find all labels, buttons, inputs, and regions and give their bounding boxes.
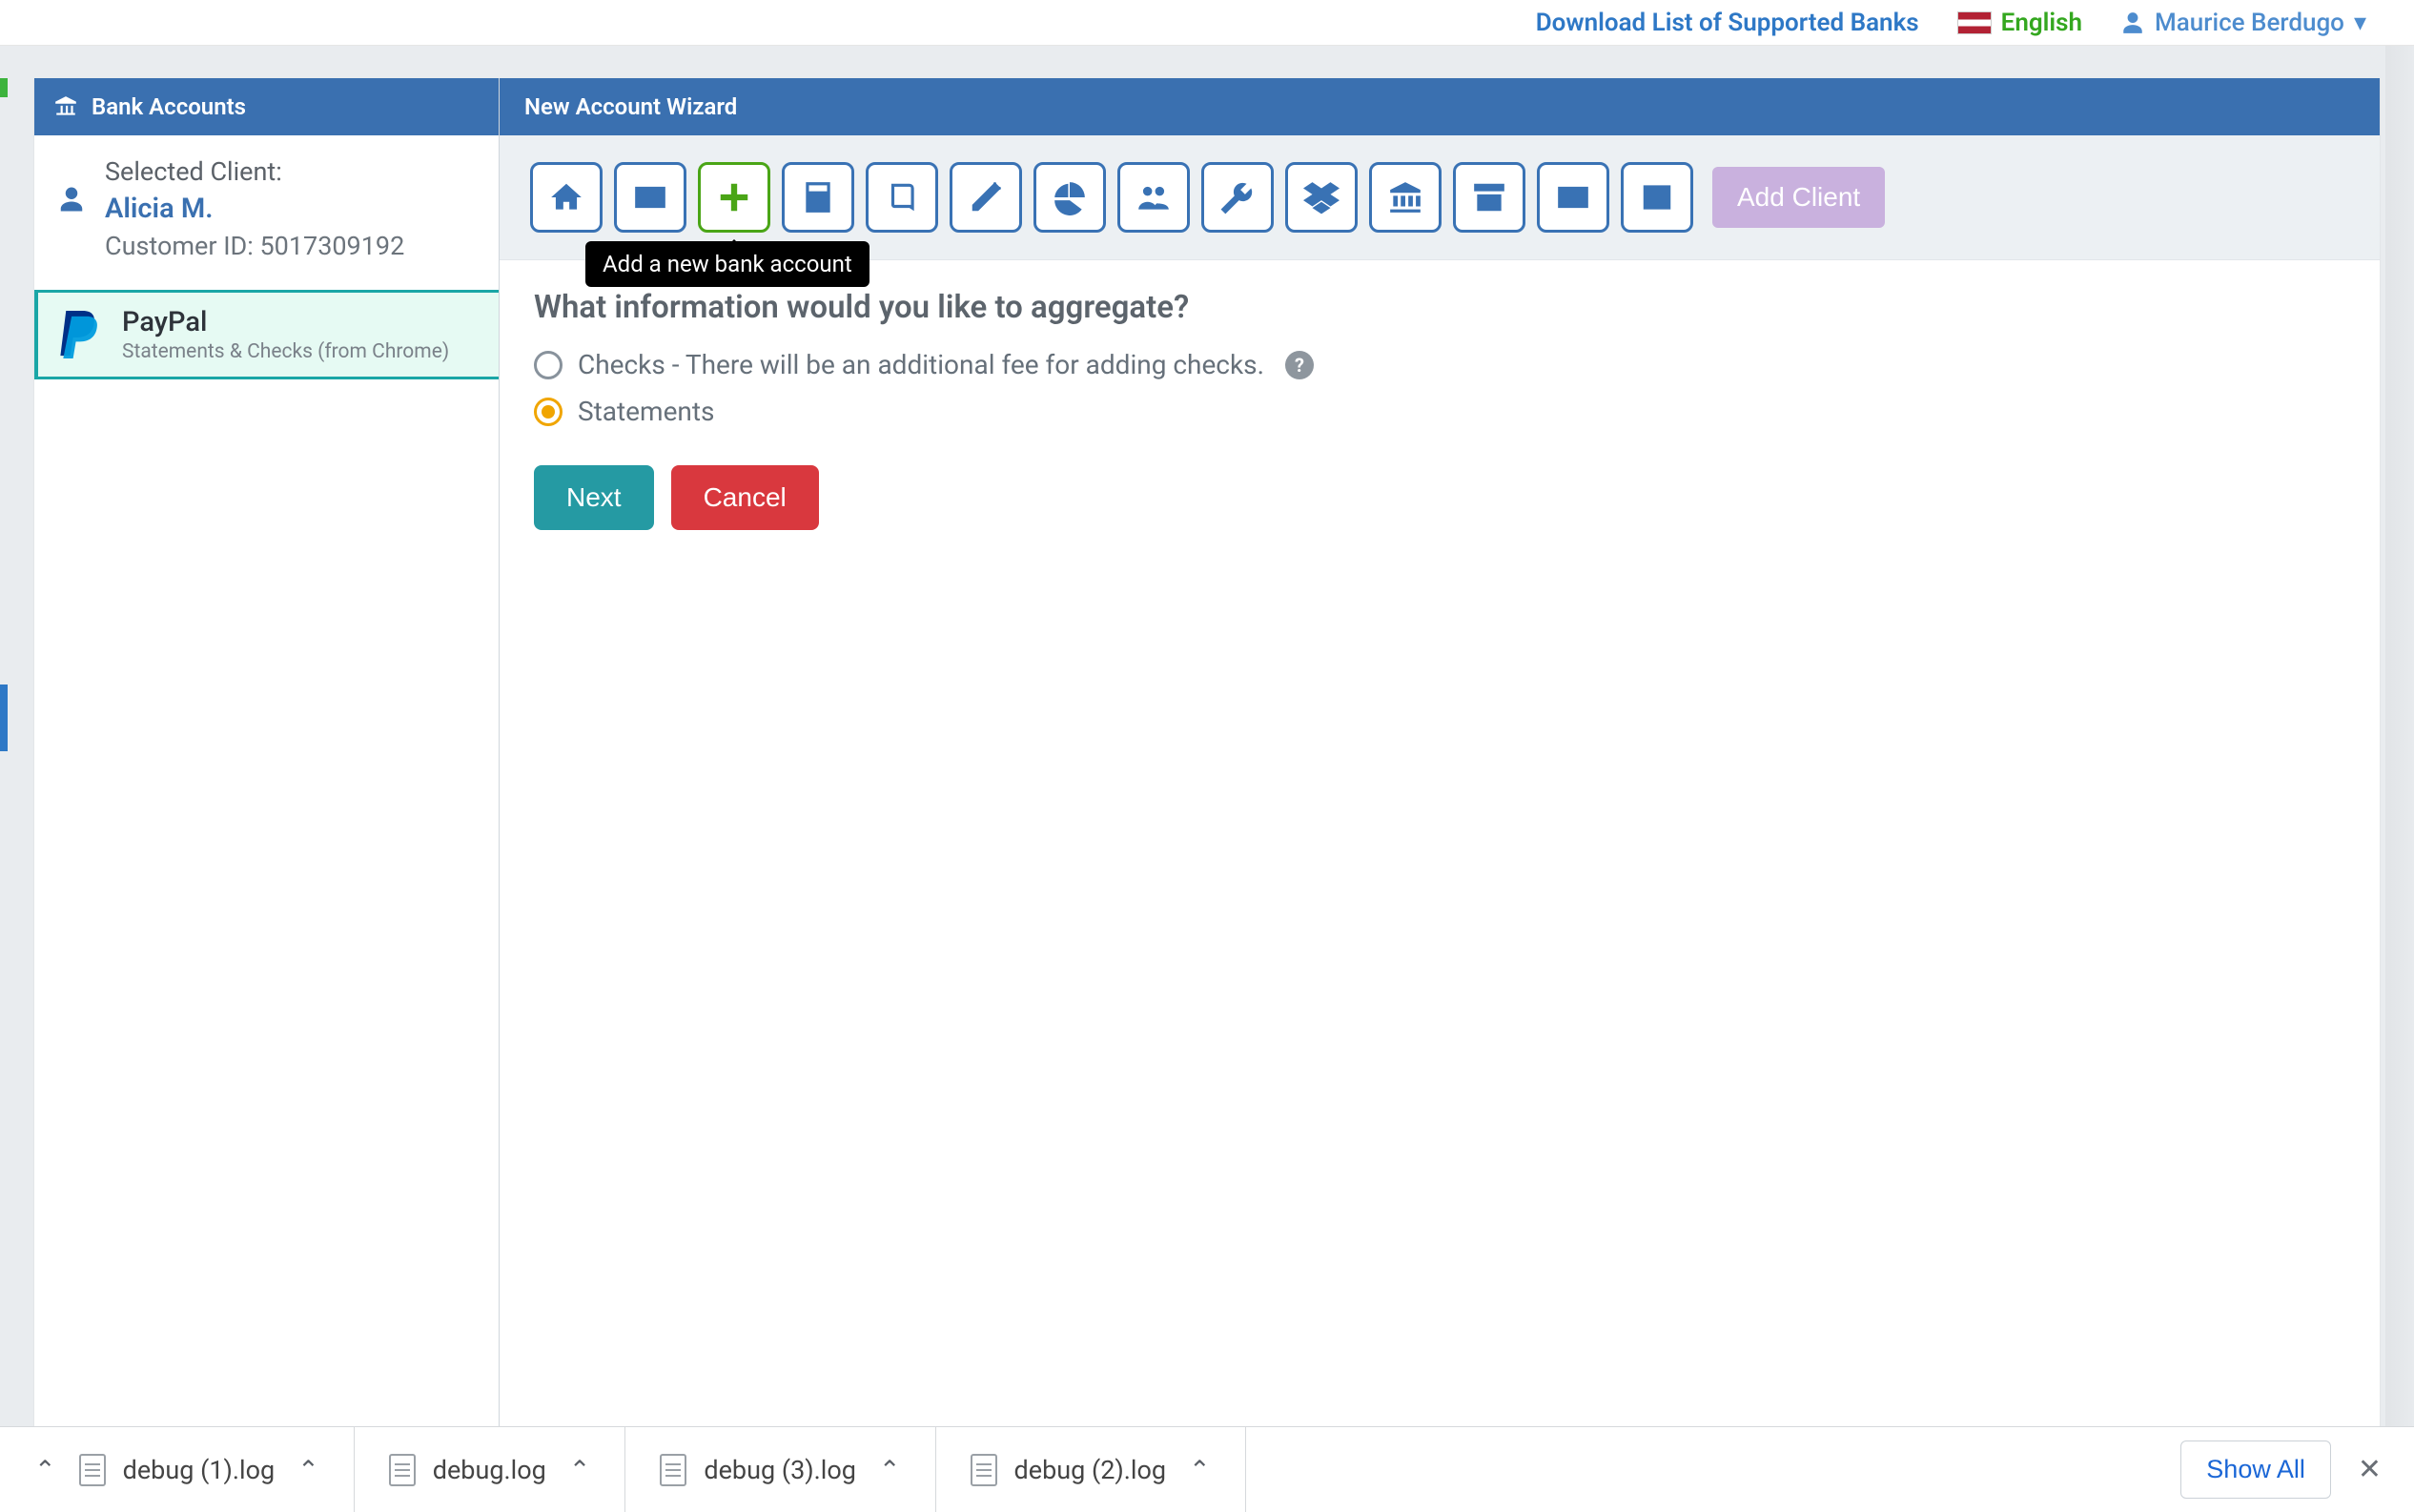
download-item[interactable]: debug (2).log ⌃ — [936, 1427, 1246, 1512]
toolbar-home-button[interactable] — [530, 162, 603, 233]
customer-id: Customer ID: 5017309192 — [105, 231, 404, 261]
tooltip-add-account: Add a new bank account — [585, 241, 869, 287]
download-filename: debug (3).log — [704, 1455, 856, 1485]
dropbox-icon — [1303, 179, 1340, 215]
home-icon — [548, 179, 584, 215]
client-avatar-icon — [57, 156, 86, 261]
client-name[interactable]: Alicia M. — [105, 193, 404, 225]
user-icon — [2120, 10, 2145, 35]
toolbar-book-button[interactable] — [866, 162, 938, 233]
toolbar-card-button[interactable] — [1537, 162, 1609, 233]
edit-icon — [968, 179, 1004, 215]
envelope-icon — [632, 179, 668, 215]
selected-client-label: Selected Client: — [105, 156, 404, 187]
toolbar-list-button[interactable] — [1621, 162, 1693, 233]
download-filename: debug (2).log — [1014, 1455, 1167, 1485]
account-item-paypal[interactable]: PayPal Statements & Checks (from Chrome) — [34, 290, 499, 379]
download-item[interactable]: debug (3).log ⌃ — [625, 1427, 935, 1512]
file-icon — [389, 1454, 416, 1486]
tooltip-text: Add a new bank account — [603, 251, 852, 277]
next-button[interactable]: Next — [534, 465, 654, 530]
close-downloads-button[interactable]: ✕ — [2358, 1453, 2382, 1486]
toolbar-dropbox-button[interactable] — [1285, 162, 1358, 233]
left-green-accent — [0, 78, 8, 97]
chevron-up-icon[interactable]: ⌃ — [34, 1455, 56, 1485]
wrench-icon — [1219, 179, 1256, 215]
download-filename: debug.log — [433, 1455, 546, 1485]
scrollbar[interactable] — [2385, 46, 2414, 1426]
selected-client-block: Selected Client: Alicia M. Customer ID: … — [34, 135, 499, 290]
chevron-up-icon[interactable]: ⌃ — [1189, 1455, 1211, 1485]
radio-checks[interactable] — [534, 351, 563, 379]
credit-card-icon — [1555, 179, 1591, 215]
sidebar: Bank Accounts Selected Client: Alicia M.… — [34, 78, 500, 1432]
toolbar-add-account-button[interactable] — [698, 162, 770, 233]
radio-statements[interactable] — [534, 398, 563, 426]
chevron-down-icon: ▾ — [2354, 9, 2366, 37]
help-icon[interactable]: ? — [1285, 351, 1314, 379]
downloads-bar: ⌃ debug (1).log ⌃ debug.log ⌃ debug (3).… — [0, 1426, 2414, 1512]
download-item[interactable]: debug.log ⌃ — [355, 1427, 626, 1512]
calculator-icon — [800, 179, 836, 215]
paypal-logo-icon — [55, 308, 105, 361]
chevron-up-icon[interactable]: ⌃ — [297, 1455, 319, 1485]
option-checks-label: Checks - There will be an additional fee… — [578, 349, 1264, 380]
toolbar-users-button[interactable] — [1117, 162, 1190, 233]
bank-icon — [1387, 179, 1423, 215]
account-name: PayPal — [122, 306, 449, 338]
toolbar-settings-button[interactable] — [1201, 162, 1274, 233]
pie-chart-icon — [1052, 179, 1088, 215]
toolbar-bank-button[interactable] — [1369, 162, 1442, 233]
toolbar-mail-button[interactable] — [614, 162, 686, 233]
top-bar: Download List of Supported Banks English… — [0, 0, 2414, 46]
download-banks-link[interactable]: Download List of Supported Banks — [1536, 9, 1919, 37]
list-icon — [1639, 179, 1675, 215]
toolbar-edit-button[interactable] — [950, 162, 1022, 233]
bank-icon — [53, 94, 78, 119]
user-name-label: Maurice Berdugo — [2155, 9, 2344, 37]
main-header-title: New Account Wizard — [524, 93, 737, 120]
wizard-actions: Next Cancel — [534, 465, 2345, 530]
wizard-content: What information would you like to aggre… — [500, 260, 2380, 559]
file-icon — [660, 1454, 686, 1486]
chevron-up-icon[interactable]: ⌃ — [879, 1455, 901, 1485]
stage: Bank Accounts Selected Client: Alicia M.… — [0, 46, 2414, 1457]
toolbar-reports-button[interactable] — [1033, 162, 1106, 233]
main-panel: Bank Accounts Selected Client: Alicia M.… — [34, 78, 2380, 1432]
language-selector[interactable]: English — [1957, 9, 2082, 37]
wizard-heading: What information would you like to aggre… — [534, 289, 2345, 326]
add-client-button[interactable]: Add Client — [1712, 167, 1885, 228]
sidebar-title: Bank Accounts — [92, 93, 246, 120]
language-label: English — [2001, 9, 2082, 37]
plus-icon — [716, 179, 752, 215]
download-item[interactable]: ⌃ debug (1).log ⌃ — [0, 1427, 355, 1512]
toolbar-calculator-button[interactable] — [782, 162, 854, 233]
file-icon — [971, 1454, 997, 1486]
main-header: New Account Wizard — [500, 78, 2380, 135]
file-icon — [79, 1454, 106, 1486]
flag-icon — [1957, 11, 1992, 34]
option-statements-label: Statements — [578, 396, 715, 427]
option-statements-row[interactable]: Statements — [534, 396, 2345, 427]
download-filename: debug (1).log — [123, 1455, 276, 1485]
archive-icon — [1471, 179, 1507, 215]
main-area: New Account Wizard Add Client — [500, 78, 2380, 1432]
users-icon — [1135, 179, 1172, 215]
book-icon — [884, 179, 920, 215]
account-subtext: Statements & Checks (from Chrome) — [122, 340, 449, 363]
chevron-up-icon[interactable]: ⌃ — [569, 1455, 591, 1485]
account-list: PayPal Statements & Checks (from Chrome) — [34, 290, 499, 379]
left-blue-accent — [0, 684, 8, 751]
toolbar-archive-button[interactable] — [1453, 162, 1525, 233]
show-all-button[interactable]: Show All — [2180, 1440, 2331, 1499]
user-menu[interactable]: Maurice Berdugo ▾ — [2120, 9, 2366, 37]
sidebar-header: Bank Accounts — [34, 78, 499, 135]
option-checks-row[interactable]: Checks - There will be an additional fee… — [534, 349, 2345, 380]
cancel-button[interactable]: Cancel — [671, 465, 819, 530]
